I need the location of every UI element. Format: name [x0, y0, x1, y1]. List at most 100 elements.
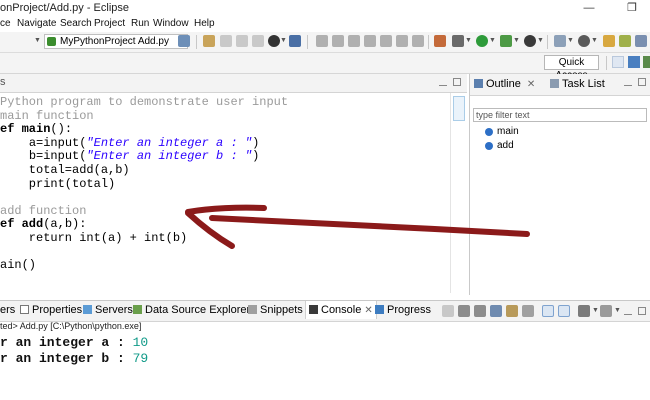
maximize-icon[interactable]: ❐ [620, 0, 644, 17]
tab-servers[interactable]: Servers [83, 304, 133, 316]
clear-console-icon[interactable] [490, 305, 502, 317]
debug-icon[interactable] [268, 35, 280, 47]
remove-all-icon[interactable] [474, 305, 486, 317]
resume-icon[interactable] [332, 35, 344, 47]
open-type-icon[interactable] [554, 35, 566, 47]
pin-console-icon[interactable] [578, 305, 590, 317]
code-editor[interactable]: Python program to demonstrate user input… [0, 93, 450, 293]
toolbar-separator [606, 56, 607, 70]
tab-outline-label: Outline [486, 78, 521, 90]
disconnect-icon[interactable] [380, 35, 392, 47]
word-wrap-icon[interactable] [522, 305, 534, 317]
terminal-icon[interactable] [289, 35, 301, 47]
maximize-icon[interactable] [638, 307, 646, 315]
step-into-icon[interactable] [396, 35, 408, 47]
code-string: "Enter an integer a : " [86, 135, 253, 150]
tab-progress[interactable]: Progress [375, 304, 431, 316]
menu-run[interactable]: Run [131, 18, 149, 29]
minimize-icon[interactable]: — [577, 0, 601, 17]
chevron-down-icon[interactable]: ▼ [280, 37, 287, 44]
settings-icon[interactable] [178, 35, 190, 47]
quick-access-field[interactable]: Quick Access [544, 55, 599, 81]
close-icon[interactable]: ✕ [364, 305, 372, 316]
java-perspective-icon[interactable] [643, 56, 650, 68]
menu-help[interactable]: Help [194, 18, 215, 29]
back-icon[interactable] [635, 35, 647, 47]
print-icon[interactable] [252, 35, 264, 47]
save-all-icon[interactable] [236, 35, 248, 47]
new-icon[interactable] [203, 35, 215, 47]
menu-search[interactable]: Search [60, 18, 92, 29]
tab-outline[interactable]: Outline ✕ [474, 78, 535, 90]
chevron-down-icon[interactable]: ▼ [34, 37, 41, 44]
menu-source[interactable]: ce [0, 18, 11, 29]
save-icon[interactable] [220, 35, 232, 47]
minimize-icon[interactable] [624, 307, 632, 315]
run-icon[interactable] [476, 35, 488, 47]
function-icon [485, 142, 493, 150]
menu-project[interactable]: Project [94, 18, 125, 29]
overview-ruler[interactable] [450, 93, 468, 293]
run-configuration-select[interactable]: MyPythonProject Add.py ▼ [44, 34, 188, 49]
skip-breakpoints-icon[interactable] [316, 35, 328, 47]
maximize-icon[interactable] [453, 78, 461, 86]
chevron-down-icon[interactable]: ▼ [537, 37, 544, 44]
step-over-icon[interactable] [412, 35, 424, 47]
gear-icon[interactable] [452, 35, 464, 47]
display-console-icon[interactable] [600, 305, 612, 317]
external-tools-icon[interactable] [524, 35, 536, 47]
code-text: ) [252, 149, 260, 164]
coverage-icon[interactable] [500, 35, 512, 47]
python-console-icon[interactable] [434, 35, 446, 47]
tab-markers[interactable]: ers [0, 304, 15, 316]
suspend-icon[interactable] [348, 35, 360, 47]
tab-label: Progress [387, 304, 432, 316]
open-folder-icon[interactable] [603, 35, 615, 47]
outline-filter-input[interactable]: type filter text [473, 108, 647, 122]
tab-label: Servers [95, 304, 133, 316]
tab-task-list[interactable]: Task List [550, 78, 605, 90]
code-line: ain() [0, 258, 36, 272]
close-icon[interactable]: ✕ [527, 79, 535, 90]
next-annotation-icon[interactable] [619, 35, 631, 47]
pydev-perspective-icon[interactable] [628, 56, 640, 68]
outline-item-add[interactable]: add [485, 140, 514, 151]
chevron-down-icon[interactable]: ▼ [591, 37, 598, 44]
code-line: add function [0, 204, 86, 218]
code-comment: Python program to demonstrate user input [0, 95, 289, 109]
terminate-icon[interactable] [364, 35, 376, 47]
code-function-name: main [21, 122, 51, 137]
show-on-output-icon[interactable] [542, 305, 554, 317]
console-output[interactable]: r an integer a : 10 r an integer b : 79 [0, 335, 650, 400]
scroll-lock-icon[interactable] [506, 305, 518, 317]
stop-icon[interactable] [442, 305, 454, 317]
editor-tab[interactable]: s [0, 76, 6, 88]
outline-item-main[interactable]: main [485, 126, 519, 137]
tab-data-source-explorer[interactable]: Data Source Explorer [133, 304, 250, 316]
show-on-error-icon[interactable] [558, 305, 570, 317]
scrollbar-thumb[interactable] [453, 96, 465, 121]
remove-launch-icon[interactable] [458, 305, 470, 317]
chevron-down-icon[interactable]: ▼ [465, 37, 472, 44]
chevron-down-icon[interactable]: ▼ [592, 307, 599, 314]
console-prompt: r an integer a : [0, 335, 133, 350]
tab-properties[interactable]: Properties [20, 304, 82, 316]
tab-console[interactable]: Console ✕ [305, 301, 377, 319]
menu-window[interactable]: Window [153, 18, 189, 29]
run-configuration-label: MyPythonProject Add.py [60, 36, 169, 47]
tab-snippets[interactable]: Snippets [248, 304, 303, 316]
minimize-icon[interactable] [624, 78, 632, 86]
chevron-down-icon[interactable]: ▼ [489, 37, 496, 44]
code-text: total=add(a,b) [0, 163, 130, 177]
code-text: return int(a) + int(b) [0, 231, 188, 245]
chevron-down-icon[interactable]: ▼ [614, 307, 621, 314]
open-perspective-icon[interactable] [612, 56, 624, 68]
menu-navigate[interactable]: Navigate [17, 18, 56, 29]
chevron-down-icon[interactable]: ▼ [513, 37, 520, 44]
search-icon[interactable] [578, 35, 590, 47]
chevron-down-icon[interactable]: ▼ [567, 37, 574, 44]
minimize-icon[interactable] [439, 78, 447, 86]
maximize-icon[interactable] [638, 78, 646, 86]
console-prompt: r an integer b : [0, 351, 133, 366]
